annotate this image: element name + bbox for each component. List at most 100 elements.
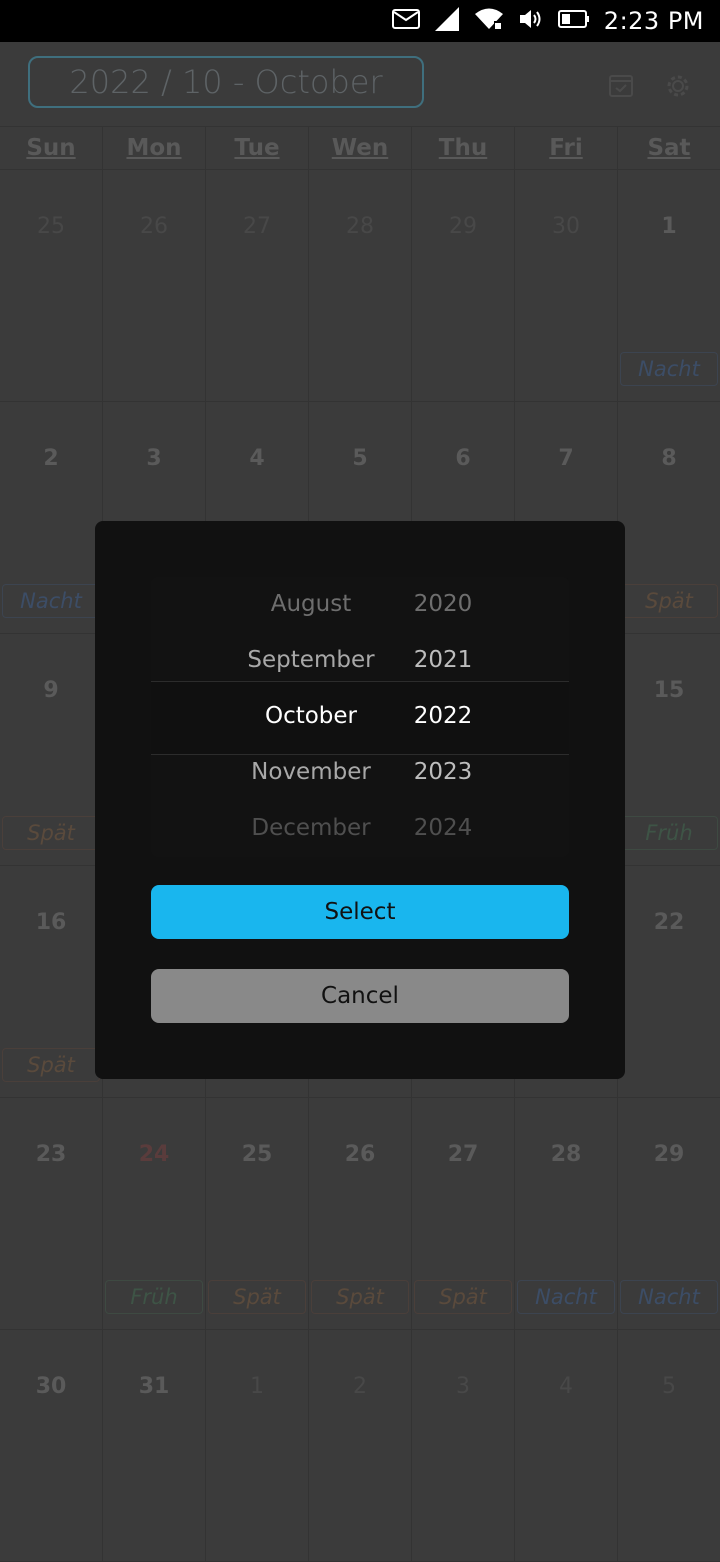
day-cell[interactable]: 29 Nacht xyxy=(618,1098,720,1329)
day-number: 23 xyxy=(35,1142,67,1167)
day-number: 9 xyxy=(43,678,59,703)
calendar-today-icon[interactable] xyxy=(608,72,634,102)
day-cell[interactable]: 27 Spät xyxy=(412,1098,515,1329)
weekday-label: Sun xyxy=(0,127,103,169)
day-cell[interactable]: 2 xyxy=(309,1330,412,1561)
day-cell[interactable]: 2 Nacht xyxy=(0,402,103,633)
day-cell[interactable]: 8 Spät xyxy=(618,402,720,633)
day-number: 15 xyxy=(653,678,685,703)
day-number: 25 xyxy=(37,214,65,239)
cellular-signal-icon xyxy=(434,6,460,36)
day-number: 27 xyxy=(243,214,271,239)
month-option-selected[interactable]: October xyxy=(221,703,401,729)
day-number: 29 xyxy=(449,214,477,239)
day-number: 4 xyxy=(249,446,265,471)
day-cell[interactable]: 30 xyxy=(0,1330,103,1561)
day-number: 16 xyxy=(35,910,67,935)
day-cell[interactable]: 23 xyxy=(0,1098,103,1329)
day-number: 29 xyxy=(653,1142,685,1167)
year-option[interactable]: 2023 xyxy=(401,759,485,785)
month-wheel[interactable]: August September October November Decemb… xyxy=(221,577,401,857)
day-cell[interactable]: 9 Spät xyxy=(0,634,103,865)
mail-icon xyxy=(391,9,420,33)
wifi-icon xyxy=(474,7,504,35)
day-number: 24 xyxy=(138,1142,170,1167)
weekday-label: Mon xyxy=(103,127,206,169)
day-number: 2 xyxy=(43,446,59,471)
day-cell[interactable]: 24 Früh xyxy=(103,1098,206,1329)
day-number: 22 xyxy=(653,910,685,935)
shift-badge[interactable]: Nacht xyxy=(2,584,100,618)
day-cell[interactable]: 25 xyxy=(0,170,103,401)
day-cell[interactable]: 30 xyxy=(515,170,618,401)
month-option[interactable]: August xyxy=(221,591,401,617)
shift-badge[interactable]: Spät xyxy=(311,1280,409,1314)
day-number: 26 xyxy=(344,1142,376,1167)
day-number: 4 xyxy=(559,1374,573,1399)
weekday-label: Tue xyxy=(206,127,309,169)
day-number: 28 xyxy=(550,1142,582,1167)
shift-badge[interactable]: Früh xyxy=(620,816,718,850)
year-option[interactable]: 2020 xyxy=(401,591,485,617)
day-cell[interactable]: 26 xyxy=(103,170,206,401)
day-cell[interactable]: 28 Nacht xyxy=(515,1098,618,1329)
week-row: 23 24 Früh 25 Spät 26 Spät 27 Spät 28 Nacht 29 Nacht xyxy=(0,1098,720,1330)
volume-icon xyxy=(518,7,544,35)
cancel-button[interactable]: Cancel xyxy=(151,969,569,1023)
day-cell[interactable]: 22 xyxy=(618,866,720,1097)
day-cell[interactable]: 26 Spät xyxy=(309,1098,412,1329)
day-cell[interactable]: 3 xyxy=(412,1330,515,1561)
day-cell[interactable]: 29 xyxy=(412,170,515,401)
shift-badge[interactable]: Spät xyxy=(414,1280,512,1314)
month-option[interactable]: November xyxy=(221,759,401,785)
day-cell[interactable]: 1 xyxy=(206,1330,309,1561)
weekday-label: Fri xyxy=(515,127,618,169)
day-number: 28 xyxy=(346,214,374,239)
month-title-button[interactable]: 2022 / 10 - October xyxy=(28,56,424,108)
day-cell[interactable]: 4 xyxy=(515,1330,618,1561)
day-cell[interactable]: 25 Spät xyxy=(206,1098,309,1329)
shift-badge[interactable]: Nacht xyxy=(620,352,718,386)
day-number: 1 xyxy=(661,214,677,239)
year-option-selected[interactable]: 2022 xyxy=(401,703,485,729)
year-option[interactable]: 2024 xyxy=(401,815,485,841)
week-row: 30 31 1 2 3 4 5 xyxy=(0,1330,720,1562)
battery-icon xyxy=(557,9,590,33)
week-row: 25 26 27 28 29 30 1 Nacht xyxy=(0,170,720,402)
day-cell[interactable]: 31 xyxy=(103,1330,206,1561)
weekday-header-row: Sun Mon Tue Wen Thu Fri Sat xyxy=(0,126,720,170)
year-wheel[interactable]: 2020 2021 2022 2023 2024 xyxy=(401,577,485,857)
weekday-label: Wen xyxy=(309,127,412,169)
shift-badge[interactable]: Nacht xyxy=(517,1280,615,1314)
day-number: 25 xyxy=(241,1142,273,1167)
date-picker-dialog: August September October November Decemb… xyxy=(95,521,625,1079)
shift-badge[interactable]: Früh xyxy=(105,1280,203,1314)
day-cell[interactable]: 15 Früh xyxy=(618,634,720,865)
day-number: 5 xyxy=(352,446,368,471)
day-number: 30 xyxy=(35,1374,67,1399)
day-cell[interactable]: 16 Spät xyxy=(0,866,103,1097)
month-option[interactable]: December xyxy=(221,815,401,841)
day-number: 31 xyxy=(138,1374,170,1399)
day-number: 5 xyxy=(662,1374,676,1399)
select-button[interactable]: Select xyxy=(151,885,569,939)
month-option[interactable]: September xyxy=(221,647,401,673)
day-cell[interactable]: 5 xyxy=(618,1330,720,1561)
gear-icon[interactable] xyxy=(664,72,692,104)
month-year-picker[interactable]: August September October November Decemb… xyxy=(151,577,569,857)
shift-badge[interactable]: Spät xyxy=(620,584,718,618)
status-time: 2:23 PM xyxy=(603,7,704,35)
shift-badge[interactable]: Spät xyxy=(208,1280,306,1314)
day-number: 3 xyxy=(456,1374,470,1399)
day-cell[interactable]: 27 xyxy=(206,170,309,401)
day-number: 27 xyxy=(447,1142,479,1167)
day-number: 1 xyxy=(250,1374,264,1399)
shift-badge[interactable]: Spät xyxy=(2,816,100,850)
weekday-label: Thu xyxy=(412,127,515,169)
day-cell[interactable]: 1 Nacht xyxy=(618,170,720,401)
day-cell[interactable]: 28 xyxy=(309,170,412,401)
shift-badge[interactable]: Spät xyxy=(2,1048,100,1082)
shift-badge[interactable]: Nacht xyxy=(620,1280,718,1314)
year-option[interactable]: 2021 xyxy=(401,647,485,673)
weekday-label: Sat xyxy=(647,135,691,161)
